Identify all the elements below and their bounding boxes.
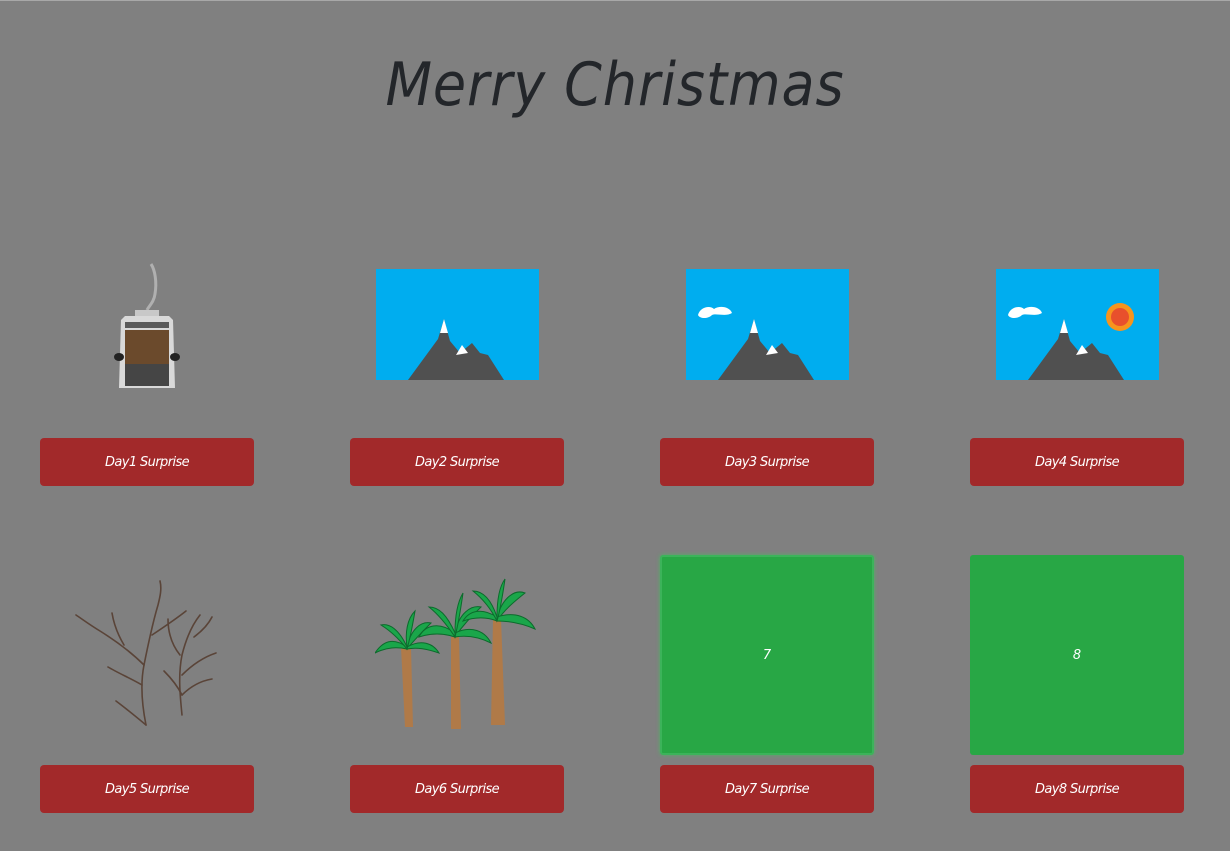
palm-trees-icon	[350, 577, 564, 737]
mountain-scene-icon	[350, 269, 564, 380]
day-8-surprise-button[interactable]: Day8 Surprise	[970, 765, 1184, 813]
day-7-surprise-button[interactable]: Day7 Surprise	[660, 765, 874, 813]
top-border	[0, 0, 1230, 1]
day-7-box[interactable]: 7	[660, 555, 874, 755]
day-8-box[interactable]: 8	[970, 555, 1184, 755]
day-4-surprise-button[interactable]: Day4 Surprise	[970, 438, 1184, 486]
mountain-cloud-sun-scene-icon	[970, 269, 1184, 380]
day-6-surprise-button[interactable]: Day6 Surprise	[350, 765, 564, 813]
day-3-surprise-button[interactable]: Day3 Surprise	[660, 438, 874, 486]
day-2-surprise-button[interactable]: Day2 Surprise	[350, 438, 564, 486]
mountain-cloud-scene-icon	[660, 269, 874, 380]
day-5-surprise-button[interactable]: Day5 Surprise	[40, 765, 254, 813]
page-title: Merry Christmas	[385, 50, 845, 120]
day-1-surprise-button[interactable]: Day1 Surprise	[40, 438, 254, 486]
cable-car-icon	[40, 260, 254, 395]
bare-branches-icon	[40, 575, 254, 735]
